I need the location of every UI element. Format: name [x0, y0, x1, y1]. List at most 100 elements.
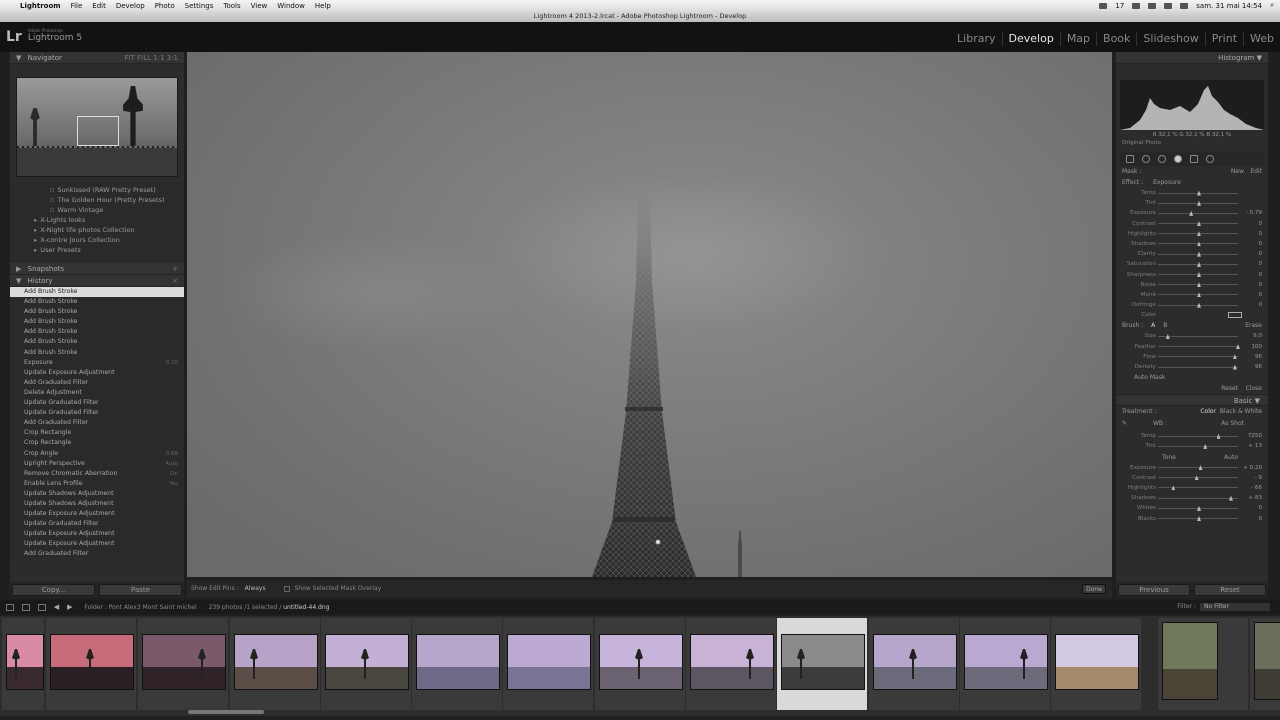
slider-value[interactable]: 0 — [1258, 503, 1262, 513]
history-header[interactable]: ▼ History × — [10, 275, 184, 287]
folder-path[interactable]: Folder : Pont Alex3 Mont Saint michel — [84, 604, 196, 611]
filmstrip-cell[interactable] — [1250, 618, 1280, 710]
history-step[interactable]: Add Graduated Filter — [10, 418, 184, 428]
history-step[interactable]: Add Brush Stroke — [10, 327, 184, 337]
zoom-3-1[interactable]: 3:1 — [167, 54, 178, 62]
filmstrip-cell[interactable] — [412, 618, 502, 710]
selected-file[interactable]: untitled-44.dng — [283, 604, 329, 611]
filmstrip-thumbnail[interactable] — [507, 634, 591, 690]
filmstrip-cell[interactable] — [960, 618, 1050, 710]
treatment-bw[interactable]: Black & White — [1220, 406, 1262, 417]
main-window-icon[interactable] — [6, 604, 14, 611]
filmstrip-cell[interactable] — [138, 618, 228, 710]
filmstrip-thumbnail[interactable] — [599, 634, 683, 690]
filmstrip-cell[interactable] — [503, 618, 593, 710]
slider-value[interactable]: 0 — [1258, 239, 1262, 249]
slider-value[interactable]: 96 — [1255, 352, 1262, 362]
mask-overlay-checkbox[interactable] — [283, 585, 290, 592]
slider-track[interactable] — [1158, 335, 1238, 337]
module-print[interactable]: Print — [1204, 32, 1243, 46]
filmstrip-cell[interactable] — [230, 618, 320, 710]
filmstrip-cell[interactable] — [2, 618, 44, 710]
slider-value[interactable]: 100 — [1251, 342, 1262, 352]
module-develop[interactable]: Develop — [1001, 32, 1060, 46]
brush-close-button[interactable]: Close — [1246, 383, 1262, 394]
clear-history-icon[interactable]: × — [172, 275, 178, 287]
menu-help[interactable]: Help — [315, 2, 331, 10]
history-step[interactable]: Add Brush Stroke — [10, 287, 184, 298]
menu-view[interactable]: View — [251, 2, 268, 10]
history-step[interactable]: Update Graduated Filter — [10, 408, 184, 418]
volume-icon[interactable] — [1164, 2, 1173, 9]
filmstrip-thumbnail[interactable] — [873, 634, 957, 690]
filmstrip-thumbnail[interactable] — [690, 634, 774, 690]
dropbox-icon[interactable] — [1099, 2, 1108, 9]
slider-value[interactable]: - 0,79 — [1246, 208, 1262, 218]
bluetooth-icon[interactable] — [1132, 2, 1141, 9]
menu-tools[interactable]: Tools — [223, 2, 240, 10]
slider-value[interactable]: 0 — [1258, 514, 1262, 524]
slider-value[interactable]: - 9 — [1255, 473, 1262, 483]
second-window-icon[interactable] — [21, 604, 30, 611]
slider-value[interactable]: 0 — [1258, 229, 1262, 239]
back-arrow-icon[interactable]: ◀ — [54, 603, 59, 611]
slider-track[interactable] — [1158, 212, 1238, 214]
snapshots-header[interactable]: ▶ Snapshots + — [10, 263, 184, 275]
slider-track[interactable] — [1158, 487, 1238, 489]
preset-item[interactable]: ▸ X-contre Jours Collection — [10, 235, 184, 245]
red-eye-icon[interactable] — [1158, 155, 1166, 163]
history-step[interactable]: Update Shadows Adjustment — [10, 489, 184, 499]
copy-button[interactable]: Copy... — [12, 584, 95, 596]
slider-value[interactable]: 0 — [1258, 280, 1262, 290]
battery-icon[interactable] — [1180, 2, 1189, 9]
menu-edit[interactable]: Edit — [92, 2, 106, 10]
filmstrip-cell[interactable] — [595, 618, 685, 710]
graduated-filter-icon[interactable] — [1174, 155, 1182, 163]
menu-lightroom[interactable]: Lightroom — [20, 2, 61, 10]
spot-removal-icon[interactable] — [1142, 155, 1150, 163]
mask-edit-button[interactable]: Edit — [1250, 166, 1262, 177]
histogram-header[interactable]: Histogram ▼ — [1116, 52, 1268, 64]
preset-item[interactable]: ▸ X-Lights looks — [10, 215, 184, 225]
menubar-clock[interactable]: sam. 31 mai 14:54 — [1196, 2, 1262, 10]
module-library[interactable]: Library — [951, 32, 1001, 46]
navigator-zoom-rect[interactable] — [77, 116, 119, 146]
wb-eyedropper-icon[interactable]: ✎ — [1122, 420, 1127, 427]
slider-track[interactable] — [1158, 445, 1238, 447]
history-step[interactable]: Add Graduated Filter — [10, 549, 184, 558]
main-photo-view[interactable] — [187, 52, 1112, 577]
tone-auto-button[interactable]: Auto — [1224, 452, 1238, 463]
basic-header[interactable]: Basic ▼ — [1116, 394, 1268, 407]
previous-button[interactable]: Previous — [1118, 584, 1190, 596]
filmstrip-thumbnail[interactable] — [6, 634, 44, 690]
navigator-header[interactable]: ▼ Navigator FIT FILL 1:1 3:1 — [10, 52, 184, 64]
color-swatch[interactable] — [1228, 312, 1242, 319]
filmstrip-thumbnail[interactable] — [325, 634, 409, 690]
history-step[interactable]: Crop Rectangle — [10, 438, 184, 448]
zoom-1-1[interactable]: 1:1 — [153, 54, 164, 62]
navigator-preview[interactable] — [16, 77, 178, 177]
crop-tool-icon[interactable] — [1126, 155, 1134, 163]
brush-b-button[interactable]: B — [1163, 322, 1167, 329]
filmstrip-thumbnail[interactable] — [416, 634, 500, 690]
history-step[interactable]: Upright Perspective Auto — [10, 459, 184, 469]
history-step[interactable]: Add Graduated Filter — [10, 378, 184, 388]
history-step[interactable]: Remove Chromatic Aberration On — [10, 469, 184, 479]
filmstrip-thumbnail[interactable] — [234, 634, 318, 690]
history-step[interactable]: Update Shadows Adjustment — [10, 499, 184, 509]
zoom-fit[interactable]: FIT — [125, 54, 135, 62]
filmstrip-thumbnail[interactable] — [781, 634, 865, 690]
slider-value[interactable]: 0 — [1258, 219, 1262, 229]
slider-value[interactable]: 0 — [1258, 300, 1262, 310]
menu-develop[interactable]: Develop — [116, 2, 145, 10]
filter-select[interactable]: No Filter — [1200, 603, 1270, 611]
preset-item[interactable]: ▫ The Golden Hour (Pretty Presets) — [10, 195, 184, 205]
history-step[interactable]: Add Brush Stroke — [10, 307, 184, 317]
zoom-fill[interactable]: FILL — [137, 54, 151, 62]
reset-button[interactable]: Reset — [1194, 584, 1266, 596]
history-step[interactable]: Update Exposure Adjustment — [10, 539, 184, 549]
module-web[interactable]: Web — [1243, 32, 1280, 46]
slider-track[interactable] — [1158, 366, 1238, 368]
slider-track[interactable] — [1158, 356, 1238, 358]
slider-value[interactable]: 0 — [1258, 259, 1262, 269]
